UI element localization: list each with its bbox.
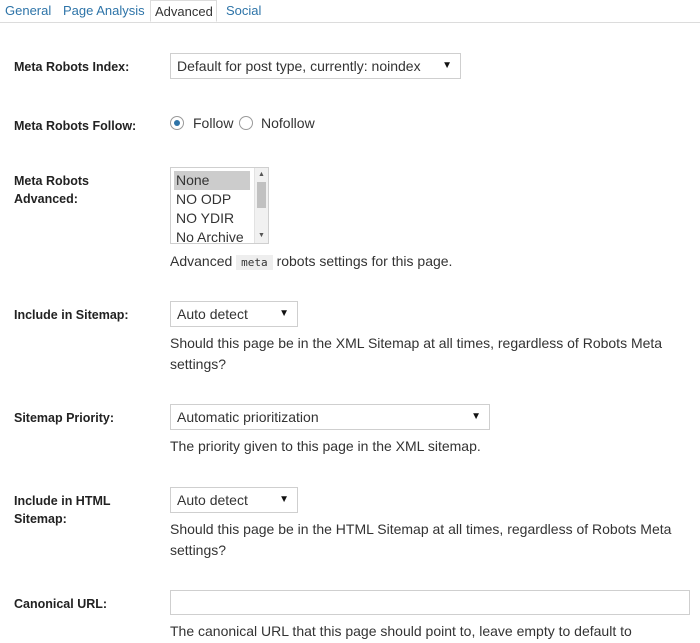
listbox-option-no-ydir[interactable]: NO YDIR [174, 209, 250, 228]
include-in-sitemap-label: Include in Sitemap: [14, 308, 129, 322]
meta-robots-advanced-description: Advanced meta robots settings for this p… [170, 251, 452, 273]
include-in-html-sitemap-label-line1: Include in HTML [14, 494, 111, 508]
listbox-scrollbar[interactable]: ▲ ▼ [254, 168, 268, 243]
include-in-sitemap-value: Auto detect [177, 306, 248, 322]
tab-page-analysis[interactable]: Page Analysis [63, 0, 145, 22]
triangle-down-icon: ▼ [279, 494, 289, 505]
sitemap-priority-description: The priority given to this page in the X… [170, 438, 481, 454]
sitemap-priority-value: Automatic prioritization [177, 409, 319, 425]
triangle-up-icon[interactable]: ▲ [255, 169, 268, 181]
listbox-option-no-archive[interactable]: No Archive [174, 228, 250, 243]
tab-bar: General Page Analysis Advanced Social [0, 0, 700, 23]
desc-text-post: robots settings for this page. [276, 253, 453, 269]
meta-robots-advanced-label-line2: Advanced: [14, 192, 78, 206]
meta-robots-index-label: Meta Robots Index: [14, 60, 130, 74]
scrollbar-thumb[interactable] [257, 182, 266, 208]
meta-robots-index-value: Default for post type, currently: noinde… [177, 58, 421, 74]
follow-radio-label[interactable]: Follow [193, 114, 233, 132]
sitemap-priority-label: Sitemap Priority: [14, 411, 115, 425]
meta-robots-advanced-label-line1: Meta Robots [14, 174, 89, 188]
canonical-url-label: Canonical URL: [14, 597, 108, 611]
meta-robots-advanced-listbox[interactable]: None NO ODP NO YDIR No Archive ▲ ▼ [170, 167, 269, 244]
meta-code-tag: meta [236, 255, 273, 270]
tab-general[interactable]: General [5, 0, 51, 22]
nofollow-radio-label[interactable]: Nofollow [261, 114, 315, 132]
include-in-html-sitemap-label-line2: Sitemap: [14, 512, 67, 526]
tab-advanced[interactable]: Advanced [150, 0, 217, 22]
triangle-down-icon: ▼ [442, 60, 452, 71]
include-in-sitemap-description: Should this page be in the XML Sitemap a… [170, 335, 663, 372]
triangle-down-icon: ▼ [279, 308, 289, 319]
triangle-down-icon[interactable]: ▼ [255, 230, 268, 242]
sitemap-priority-select[interactable]: Automatic prioritization ▼ [170, 404, 490, 430]
desc-text-pre: Advanced [170, 253, 233, 269]
meta-robots-follow-label: Meta Robots Follow: [14, 119, 137, 133]
radio-selected-dot [174, 120, 180, 126]
tab-social[interactable]: Social [226, 0, 261, 22]
include-in-html-sitemap-label: Include in HTML Sitemap: [14, 492, 111, 528]
follow-radio[interactable] [170, 116, 184, 130]
listbox-option-none[interactable]: None [174, 171, 250, 190]
meta-robots-advanced-label: Meta Robots Advanced: [14, 172, 89, 208]
listbox-option-no-odp[interactable]: NO ODP [174, 190, 250, 209]
include-in-sitemap-select[interactable]: Auto detect ▼ [170, 301, 298, 327]
include-in-html-sitemap-value: Auto detect [177, 492, 248, 508]
nofollow-radio[interactable] [239, 116, 253, 130]
canonical-url-input[interactable] [170, 590, 690, 615]
include-in-html-sitemap-description: Should this page be in the HTML Sitemap … [170, 521, 672, 558]
include-in-html-sitemap-select[interactable]: Auto detect ▼ [170, 487, 298, 513]
canonical-url-description: The canonical URL that this page should … [170, 623, 632, 639]
meta-robots-index-select[interactable]: Default for post type, currently: noinde… [170, 53, 461, 79]
triangle-down-icon: ▼ [471, 411, 481, 422]
